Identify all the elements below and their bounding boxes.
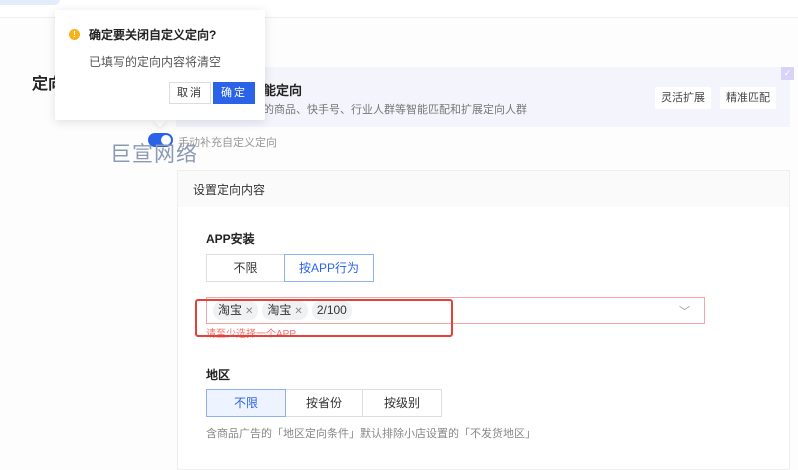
region-option-unlimited[interactable]: 不限	[206, 389, 286, 417]
precise-match-button[interactable]: 精准匹配	[720, 87, 776, 109]
popover-message: 已填写的定向内容将清空	[89, 55, 222, 69]
card-description: 的商品、快手号、行业人群等智能匹配和扩展定向人群	[263, 104, 527, 116]
region-segmented: 不限 按省份 按级别	[206, 389, 442, 417]
chevron-down-icon[interactable]: ﹀	[679, 303, 690, 319]
confirm-button[interactable]: 确定	[213, 82, 255, 104]
top-tab-indicator[interactable]	[0, 0, 60, 5]
app-install-segmented: 不限 按APP行为	[206, 254, 374, 282]
panel-title: 设置定向内容	[178, 171, 789, 207]
highlight-box	[195, 299, 453, 337]
smart-targeting-card[interactable]: 能定向 的商品、快手号、行业人群等智能匹配和扩展定向人群 灵活扩展 精准匹配 ✓	[176, 67, 794, 127]
cancel-button[interactable]: 取消	[169, 82, 211, 104]
check-icon[interactable]: ✓	[781, 67, 794, 80]
region-option-by-province[interactable]: 按省份	[285, 389, 363, 417]
card-title: 能定向	[263, 83, 303, 98]
app-install-label: APP安装	[206, 232, 255, 246]
watermark: 巨宣网络	[110, 143, 198, 166]
flexible-expand-button[interactable]: 灵活扩展	[655, 87, 711, 109]
region-note: 含商品广告的「地区定向条件」默认排除小店设置的「不发货地区」	[206, 428, 536, 440]
region-label: 地区	[206, 368, 231, 382]
warning-icon: !	[69, 29, 80, 40]
confirm-popover: ! 确定要关闭自定义定向? 已填写的定向内容将清空 取消 确定	[55, 10, 265, 120]
app-option-unlimited[interactable]: 不限	[206, 254, 285, 282]
popover-title: 确定要关闭自定义定向?	[89, 28, 217, 42]
region-option-by-level[interactable]: 按级别	[362, 389, 442, 417]
app-option-by-behavior[interactable]: 按APP行为	[284, 254, 374, 282]
